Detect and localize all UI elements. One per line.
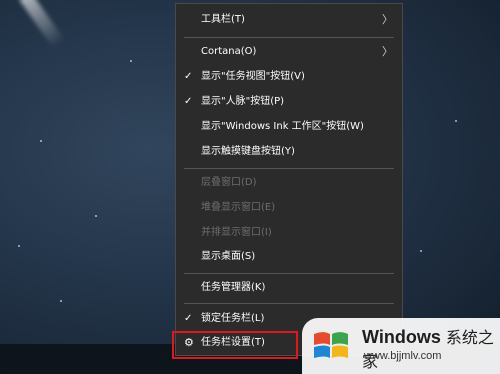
menu-item-label: 层叠窗口(D) <box>201 177 257 188</box>
menu-separator <box>184 37 394 38</box>
star <box>420 250 422 252</box>
menu-item-label: 显示"任务视图"按钮(V) <box>201 71 305 82</box>
light-streak <box>19 0 65 49</box>
menu-item-show-touch-keyboard[interactable]: 显示触摸键盘按钮(Y) <box>176 141 402 163</box>
menu-item-side-by-side-windows: 并排显示窗口(I) <box>176 222 402 244</box>
highlight-box <box>172 331 298 359</box>
menu-item-label: 显示桌面(S) <box>201 251 256 262</box>
watermark-url: www.bjjmlv.com <box>364 350 442 362</box>
star <box>455 120 457 122</box>
menu-item-label: 堆叠显示窗口(E) <box>201 202 276 213</box>
menu-item-stack-windows: 堆叠显示窗口(E) <box>176 197 402 219</box>
menu-item-toolbars[interactable]: 工具栏(T) 〉 <box>176 9 402 31</box>
menu-item-label: 锁定任务栏(L) <box>201 313 265 324</box>
menu-item-show-windows-ink[interactable]: 显示"Windows Ink 工作区"按钮(W) <box>176 116 402 138</box>
watermark-brand: Windows <box>362 327 441 347</box>
checkmark-icon: ✓ <box>184 71 193 82</box>
menu-item-cascade-windows: 层叠窗口(D) <box>176 172 402 194</box>
menu-item-label: Cortana(O) <box>201 46 257 57</box>
menu-item-label: 显示"Windows Ink 工作区"按钮(W) <box>201 121 364 132</box>
menu-item-label: 工具栏(T) <box>201 14 245 25</box>
menu-item-task-manager[interactable]: 任务管理器(K) <box>176 277 402 299</box>
star <box>40 140 42 142</box>
menu-item-label: 并排显示窗口(I) <box>201 227 272 238</box>
star <box>18 245 20 247</box>
menu-separator <box>184 273 394 274</box>
checkmark-icon: ✓ <box>184 313 193 324</box>
watermark: Windows 系统之家 www.bjjmlv.com <box>302 318 500 374</box>
chevron-right-icon: 〉 <box>382 45 393 58</box>
windows-logo-icon <box>314 332 348 358</box>
checkmark-icon: ✓ <box>184 96 193 107</box>
menu-item-show-task-view[interactable]: ✓ 显示"任务视图"按钮(V) <box>176 66 402 88</box>
menu-separator <box>184 303 394 304</box>
menu-separator <box>184 168 394 169</box>
menu-item-label: 任务管理器(K) <box>201 282 266 293</box>
star <box>130 60 132 62</box>
star <box>60 300 62 302</box>
menu-item-label: 显示"人脉"按钮(P) <box>201 96 285 107</box>
menu-item-show-people[interactable]: ✓ 显示"人脉"按钮(P) <box>176 91 402 113</box>
taskbar-context-menu: 工具栏(T) 〉 Cortana(O) 〉 ✓ 显示"任务视图"按钮(V) ✓ … <box>175 3 403 356</box>
chevron-right-icon: 〉 <box>382 13 393 26</box>
star <box>95 215 97 217</box>
menu-item-show-desktop[interactable]: 显示桌面(S) <box>176 246 402 268</box>
menu-item-label: 显示触摸键盘按钮(Y) <box>201 146 295 157</box>
menu-item-cortana[interactable]: Cortana(O) 〉 <box>176 41 402 63</box>
watermark-title: Windows 系统之家 <box>362 324 500 372</box>
